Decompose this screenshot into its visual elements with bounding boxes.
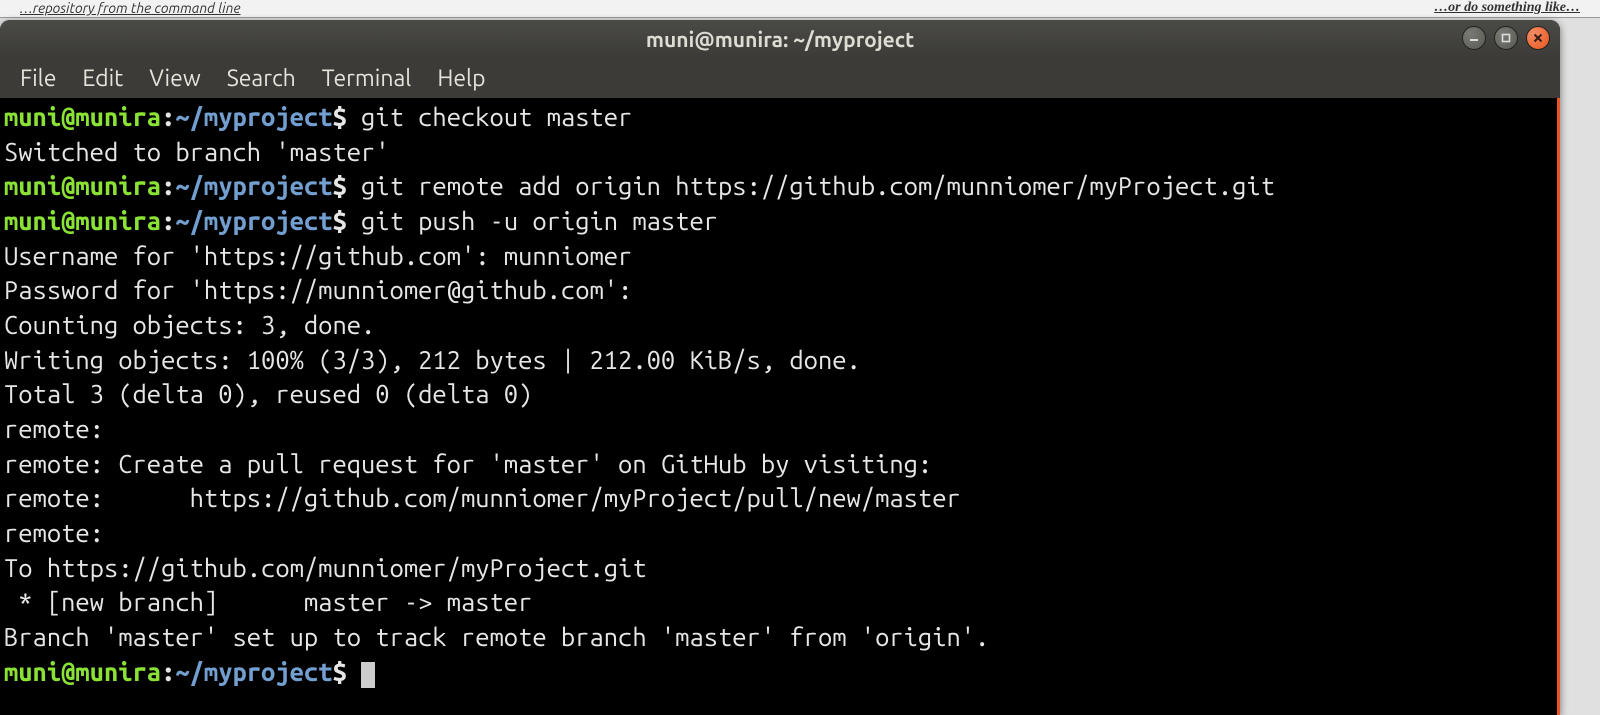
command-3: git push -u origin master xyxy=(361,206,718,235)
background-window-fragment: …repository from the command line …or do… xyxy=(0,0,1600,18)
prompt-colon: : xyxy=(161,206,175,235)
menubar: File Edit View Search Terminal Help xyxy=(0,58,1560,98)
prompt-user: muni@munira xyxy=(4,102,161,131)
prompt-dollar: $ xyxy=(332,206,346,235)
bg-right-text: …or do something like… xyxy=(1434,0,1580,17)
command-2: git remote add origin https://github.com… xyxy=(361,171,1275,200)
output-line: Counting objects: 3, done. xyxy=(4,310,375,339)
prompt-colon: : xyxy=(161,171,175,200)
window-title: muni@munira: ~/myproject xyxy=(646,27,914,51)
output-line: remote: xyxy=(4,518,118,547)
maximize-button[interactable] xyxy=(1494,26,1518,50)
prompt-dollar: $ xyxy=(332,657,346,686)
terminal-window: muni@munira: ~/myproject File Edit View … xyxy=(0,20,1560,715)
prompt-colon: : xyxy=(161,657,175,686)
prompt-path: ~/myproject xyxy=(175,657,332,686)
cursor-icon xyxy=(361,662,375,688)
prompt-user: muni@munira xyxy=(4,171,161,200)
titlebar[interactable]: muni@munira: ~/myproject xyxy=(0,20,1560,58)
command-1: git checkout master xyxy=(361,102,632,131)
output-line: remote: xyxy=(4,414,118,443)
menu-edit[interactable]: Edit xyxy=(70,62,135,95)
output-line: Branch 'master' set up to track remote b… xyxy=(4,622,989,651)
bg-left-text: …repository from the command line xyxy=(20,0,241,17)
output-line: Password for 'https://munniomer@github.c… xyxy=(4,275,632,304)
prompt-dollar: $ xyxy=(332,102,346,131)
minimize-button[interactable] xyxy=(1462,26,1486,50)
output-line: * [new branch] master -> master xyxy=(4,587,532,616)
close-button[interactable] xyxy=(1526,26,1550,50)
output-line: remote: Create a pull request for 'maste… xyxy=(4,449,932,478)
prompt-path: ~/myproject xyxy=(175,171,332,200)
prompt-path: ~/myproject xyxy=(175,206,332,235)
window-controls xyxy=(1462,26,1550,50)
output-line: Total 3 (delta 0), reused 0 (delta 0) xyxy=(4,379,532,408)
menu-file[interactable]: File xyxy=(8,62,68,95)
menu-search[interactable]: Search xyxy=(215,62,308,95)
maximize-icon xyxy=(1500,32,1512,44)
prompt-path: ~/myproject xyxy=(175,102,332,131)
output-line: To https://github.com/munniomer/myProjec… xyxy=(4,553,647,582)
prompt-user: muni@munira xyxy=(4,657,161,686)
prompt-user: muni@munira xyxy=(4,206,161,235)
close-icon xyxy=(1532,32,1544,44)
output-line: Writing objects: 100% (3/3), 212 bytes |… xyxy=(4,345,861,374)
prompt-dollar: $ xyxy=(332,171,346,200)
output-line: Username for 'https://github.com': munni… xyxy=(4,241,632,270)
minimize-icon xyxy=(1468,32,1480,44)
menu-terminal[interactable]: Terminal xyxy=(310,62,424,95)
output-line: remote: https://github.com/munniomer/myP… xyxy=(4,483,961,512)
prompt-colon: : xyxy=(161,102,175,131)
menu-help[interactable]: Help xyxy=(425,62,497,95)
output-line: Switched to branch 'master' xyxy=(4,137,390,166)
terminal-body[interactable]: muni@munira:~/myproject$ git checkout ma… xyxy=(0,98,1560,715)
menu-view[interactable]: View xyxy=(137,62,212,95)
